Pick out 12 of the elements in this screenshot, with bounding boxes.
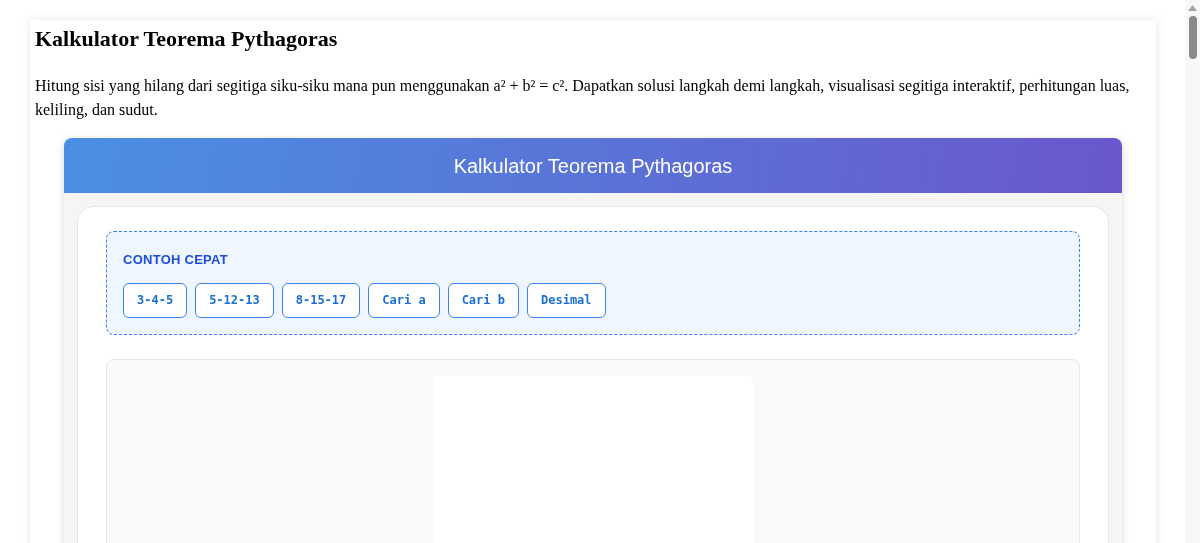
example-button[interactable]: 3-4-5 xyxy=(123,282,188,318)
quick-examples-label: CONTOH CEPAT xyxy=(123,251,229,269)
scroll-up-icon[interactable] xyxy=(1188,5,1197,11)
calculator-header: Kalkulator Teorema Pythagoras xyxy=(64,138,1122,193)
example-button[interactable]: Desimal xyxy=(527,282,606,318)
scrollbar-thumb[interactable] xyxy=(1188,16,1197,59)
example-button[interactable]: 5-12-13 xyxy=(195,282,274,318)
example-button[interactable]: Cari b xyxy=(447,282,519,318)
example-button[interactable]: Cari a xyxy=(368,282,440,318)
page-title: Kalkulator Teorema Pythagoras xyxy=(35,25,339,53)
example-button[interactable]: 8-15-17 xyxy=(281,282,361,318)
page-description: Hitung sisi yang hilang dari segitiga siku-siku mana pun menggunakan a² + b² = c². Dapatkan solusi langkah demi langkah, visualisasi segitiga interaktif, perhitungan luas, keliling, dan sudut. xyxy=(35,76,1131,121)
